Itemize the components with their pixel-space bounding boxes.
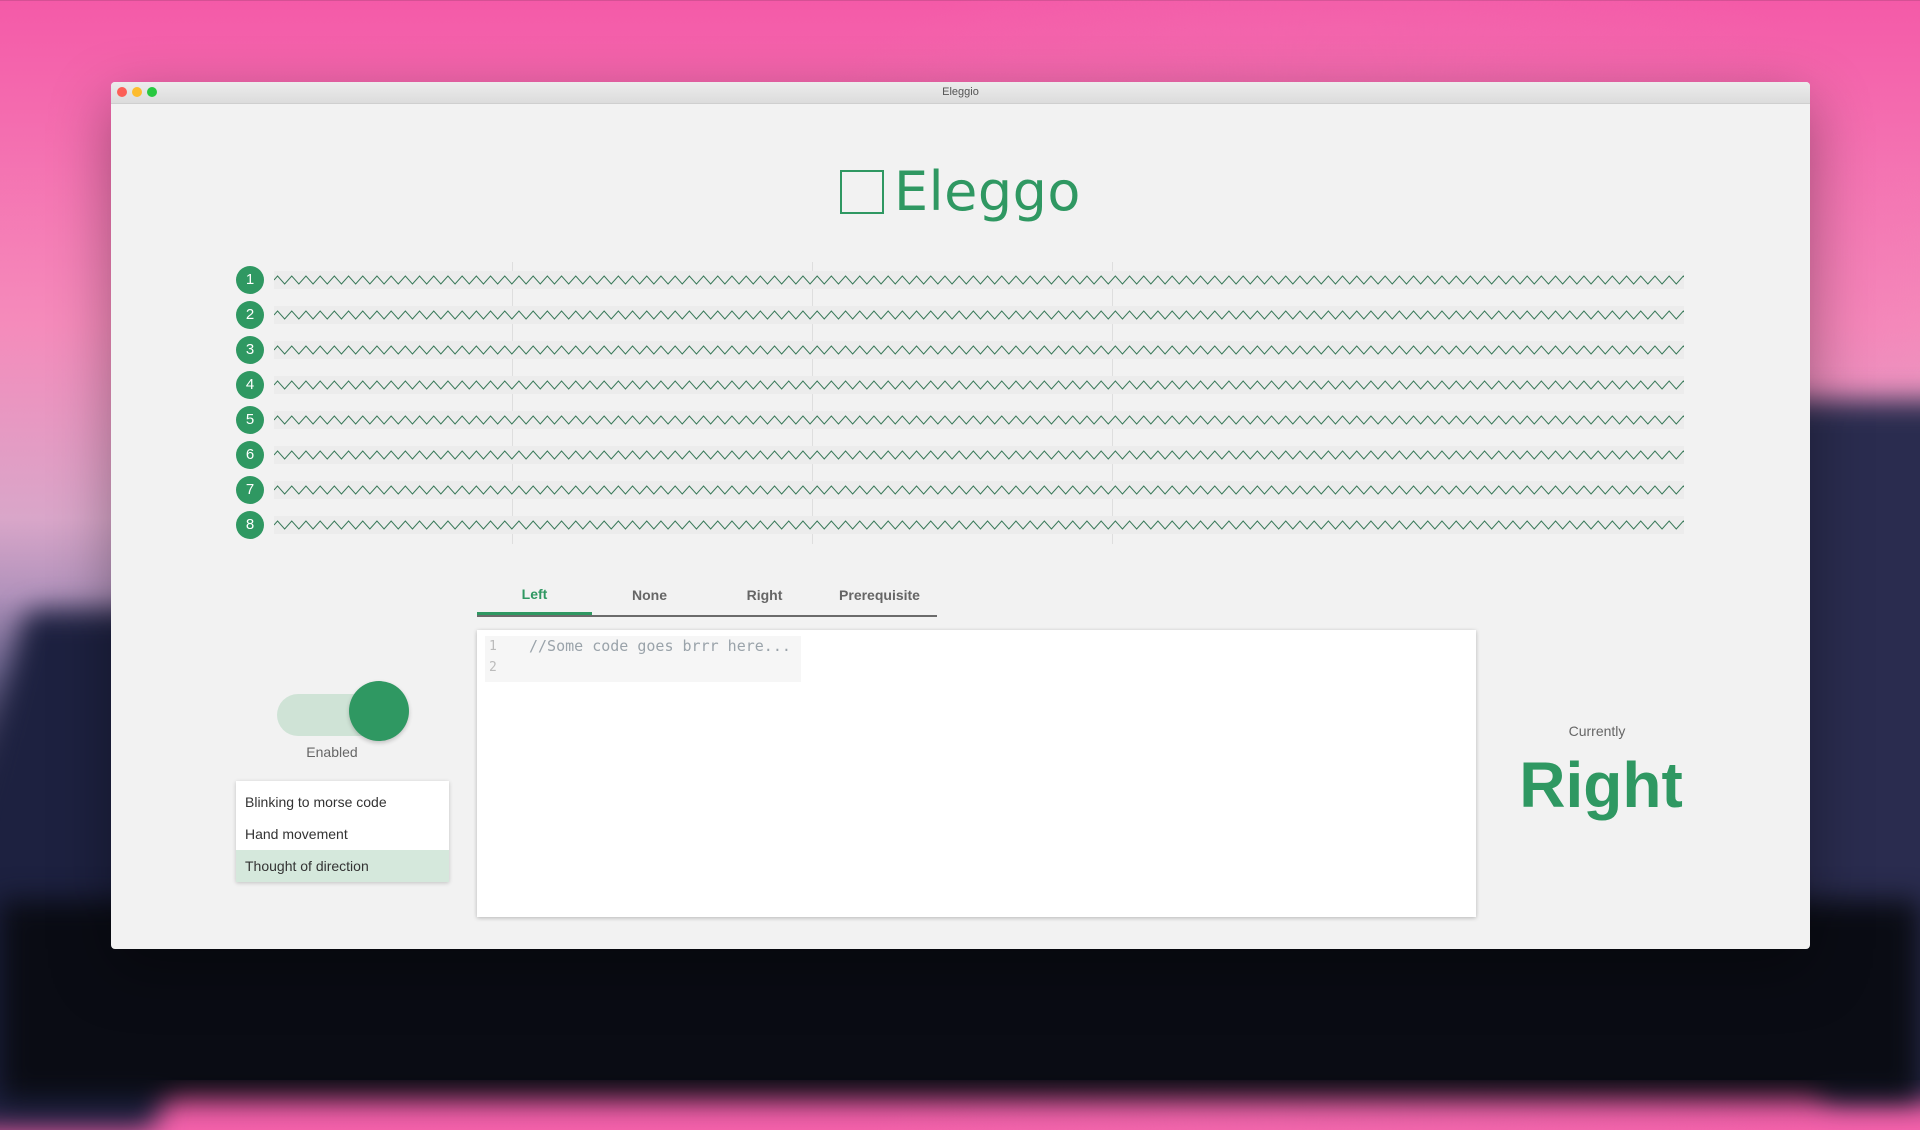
channel-number-badge: 3: [236, 335, 264, 364]
line-number: 1: [489, 639, 497, 654]
app-header: Eleggo: [111, 160, 1810, 223]
channel-number-badge: 7: [236, 475, 264, 504]
tab-none[interactable]: None: [592, 575, 707, 615]
code-line: 1 //Some code goes brrr here...: [485, 636, 801, 657]
channel-number-badge: 8: [236, 510, 264, 539]
toggle-label: Enabled: [306, 744, 358, 760]
channel-waveform: [273, 515, 1695, 534]
line-number: 2: [489, 660, 497, 675]
code-line: 2: [485, 657, 801, 678]
direction-tabs: Left None Right Prerequisite: [477, 575, 937, 617]
input-method-list: Blinking to morse code Hand movement Thoug…: [236, 781, 449, 882]
channel-number-badge: 2: [236, 300, 264, 329]
channel-row: 6: [236, 437, 1695, 472]
channel-number-badge: 1: [236, 265, 264, 294]
channel-waveform: [273, 270, 1695, 289]
tab-prerequisite[interactable]: Prerequisite: [822, 575, 937, 615]
window-title: Eleggio: [942, 86, 979, 98]
code-editor[interactable]: 1 //Some code goes brrr here... 2: [477, 630, 1476, 917]
channel-waveform: [273, 305, 1695, 324]
channel-number-badge: 5: [236, 405, 264, 434]
channel-list: 1 2 3 4 5 6 7 8: [236, 262, 1695, 542]
channel-waveform: [273, 375, 1695, 394]
enabled-toggle[interactable]: [277, 681, 411, 741]
tab-left[interactable]: Left: [477, 575, 592, 615]
channel-waveform: [273, 445, 1695, 464]
status-value: Right: [1519, 749, 1683, 821]
method-list-item[interactable]: Thought of direction: [236, 850, 449, 882]
channel-row: 2: [236, 297, 1695, 332]
app-name: Eleggo: [894, 160, 1081, 223]
square-logo-icon: [840, 169, 885, 214]
code-text[interactable]: //Some code goes brrr here...: [529, 636, 791, 657]
toggle-knob[interactable]: [349, 681, 409, 741]
tab-right[interactable]: Right: [707, 575, 822, 615]
channel-number-badge: 4: [236, 370, 264, 399]
channel-row: 8: [236, 507, 1695, 542]
channel-row: 5: [236, 402, 1695, 437]
channel-row: 1: [236, 262, 1695, 297]
channel-row: 3: [236, 332, 1695, 367]
status-label: Currently: [1568, 723, 1626, 739]
channel-waveform: [273, 340, 1695, 359]
channel-row: 7: [236, 472, 1695, 507]
channel-number-badge: 6: [236, 440, 264, 469]
title-bar[interactable]: Eleggio: [111, 82, 1810, 104]
app-window: Eleggio Eleggo 12345678 Left None Right Pre…: [111, 82, 1810, 949]
channel-waveform: [273, 410, 1695, 429]
method-list-item[interactable]: Hand movement: [236, 818, 449, 850]
channel-waveform: [273, 480, 1695, 499]
method-list-item[interactable]: Blinking to morse code: [236, 786, 449, 818]
channel-row: 4: [236, 367, 1695, 402]
code-content[interactable]: 1 //Some code goes brrr here... 2: [485, 636, 801, 682]
